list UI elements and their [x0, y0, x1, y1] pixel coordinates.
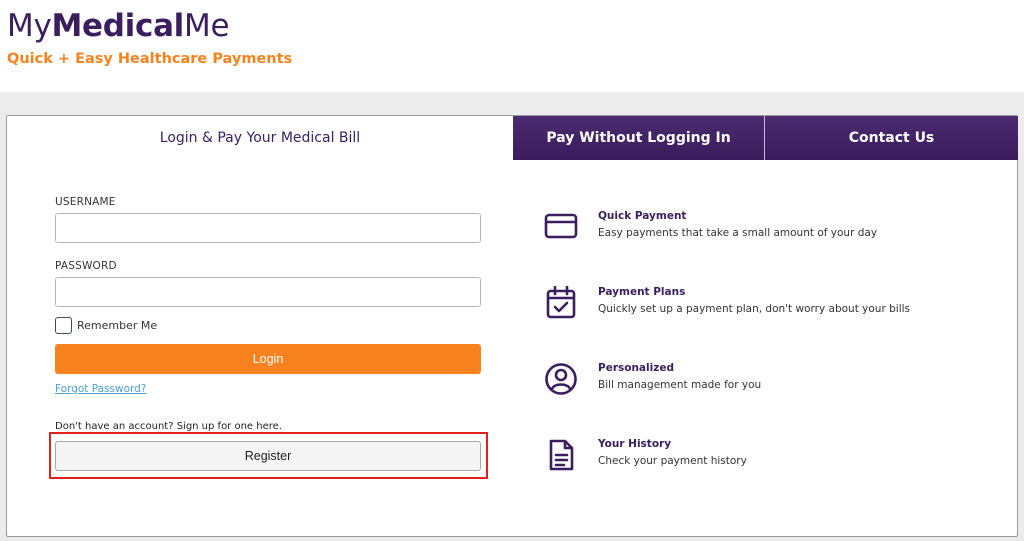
remember-me-checkbox[interactable]: [55, 317, 72, 334]
feature-your-history: Your History Check your payment history: [540, 438, 1000, 478]
feature-quick-payment: Quick Payment Easy payments that take a …: [540, 210, 1000, 250]
forgot-password-link[interactable]: Forgot Password?: [55, 383, 146, 395]
password-input[interactable]: [55, 277, 481, 307]
feature-title: Your History: [598, 438, 672, 450]
feature-title: Personalized: [598, 362, 674, 374]
user-circle-icon: [544, 362, 578, 396]
feature-title: Payment Plans: [598, 286, 686, 298]
feature-description: Bill management made for you: [598, 379, 762, 391]
tab-contact-us[interactable]: Contact Us: [765, 116, 1018, 160]
document-icon: [544, 438, 578, 472]
signup-prompt: Don't have an account? Sign up for one h…: [55, 421, 282, 432]
tab-login-and-pay[interactable]: Login & Pay Your Medical Bill: [7, 116, 513, 160]
feature-description: Check your payment history: [598, 455, 747, 467]
brand-logo[interactable]: MyMedicalMe: [7, 8, 230, 44]
login-panel: Login & Pay Your Medical Bill Pay Withou…: [6, 115, 1018, 537]
username-input[interactable]: [55, 213, 481, 243]
username-label: USERNAME: [55, 196, 116, 208]
feature-title: Quick Payment: [598, 210, 687, 222]
feature-description: Quickly set up a payment plan, don't wor…: [598, 303, 910, 315]
logo-part-my: My: [7, 8, 52, 44]
site-header: MyMedicalMe Quick + Easy Healthcare Paym…: [0, 0, 1024, 92]
logo-part-medical: Medical: [51, 8, 185, 44]
credit-card-icon: [544, 210, 578, 244]
brand-tagline: Quick + Easy Healthcare Payments: [7, 51, 293, 67]
login-button[interactable]: Login: [55, 344, 481, 374]
feature-personalized: Personalized Bill management made for yo…: [540, 362, 1000, 402]
calendar-check-icon: [544, 285, 578, 320]
feature-description: Easy payments that take a small amount o…: [598, 227, 878, 239]
feature-payment-plans: Payment Plans Quickly set up a payment p…: [540, 285, 1000, 326]
password-label: PASSWORD: [55, 260, 117, 272]
tab-pay-without-login[interactable]: Pay Without Logging In: [513, 116, 764, 160]
register-button[interactable]: Register: [55, 441, 481, 471]
logo-part-me: Me: [184, 8, 230, 44]
remember-me-label[interactable]: Remember Me: [77, 319, 157, 332]
